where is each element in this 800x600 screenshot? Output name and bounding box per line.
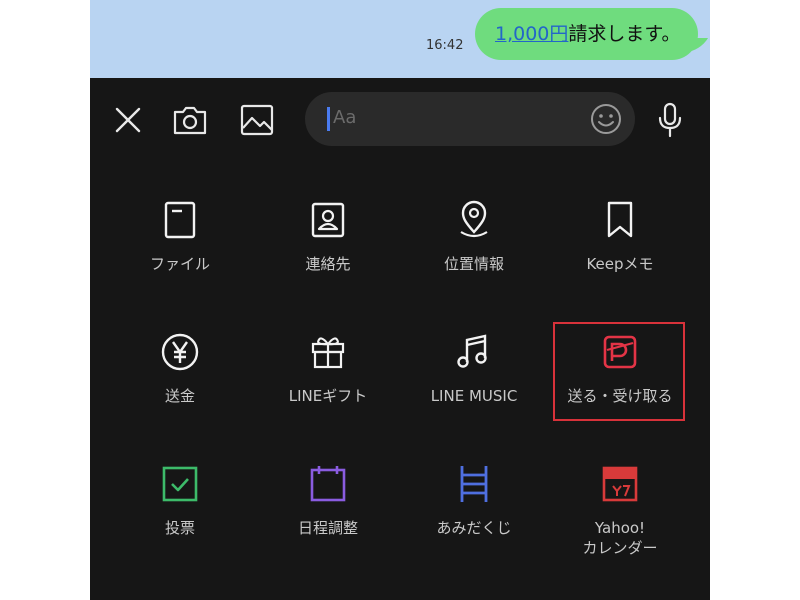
message-input-placeholder: Aa — [333, 107, 357, 128]
camera-icon[interactable] — [168, 98, 212, 142]
menu-item-label: 送金 — [164, 387, 195, 405]
bookmark-icon — [607, 201, 633, 238]
menu-item-label: あみだくじ — [436, 519, 512, 537]
menu-item-label: LINEギフト — [288, 387, 368, 405]
message-text: 請求します。 — [568, 23, 681, 45]
vote-icon — [162, 466, 198, 502]
message-time: 16:42 — [426, 38, 464, 53]
menu-item-label: 位置情報 — [443, 255, 504, 273]
image-icon[interactable] — [235, 98, 279, 142]
menu-item-label: 投票 — [164, 519, 195, 537]
menu-item-keep[interactable]: Keepメモ — [554, 198, 686, 274]
ladder-icon — [460, 466, 488, 502]
file-icon — [164, 201, 196, 239]
menu-item-amida[interactable]: あみだくじ — [408, 462, 540, 538]
emoji-icon[interactable] — [589, 102, 623, 136]
microphone-icon[interactable] — [648, 98, 692, 142]
menu-item-vote[interactable]: 投票 — [114, 462, 246, 538]
highlight-box — [553, 322, 685, 421]
message-bubble[interactable]: 1,000円請求します。 — [475, 8, 698, 60]
menu-item-file[interactable]: ファイル — [114, 198, 246, 274]
phone-screen: 16:42 1,000円請求します。 Aa ファイル 連絡先 位置情報 Keep… — [90, 0, 710, 600]
close-icon[interactable] — [106, 98, 150, 142]
menu-item-yahoo-calendar[interactable]: Yahoo! カレンダー — [554, 462, 686, 558]
yahoo-calendar-icon — [602, 466, 638, 502]
menu-item-remit[interactable]: 送金 — [114, 330, 246, 406]
message-input[interactable]: Aa — [305, 92, 635, 146]
menu-item-music[interactable]: LINE MUSIC — [408, 330, 540, 406]
menu-item-contact[interactable]: 連絡先 — [262, 198, 394, 274]
menu-item-label: LINE MUSIC — [430, 387, 518, 405]
location-icon — [460, 200, 488, 238]
yen-icon — [161, 333, 199, 371]
attachment-panel: Aa ファイル 連絡先 位置情報 Keepメモ 送金 LINEギフト LINE … — [90, 78, 710, 600]
menu-item-label: 連絡先 — [305, 255, 351, 273]
contact-icon — [311, 202, 345, 238]
menu-item-label: ファイル — [149, 255, 210, 273]
gift-icon — [311, 337, 345, 369]
text-caret — [327, 107, 330, 131]
message-amount-link[interactable]: 1,000円 — [495, 23, 568, 45]
menu-item-schedule[interactable]: 日程調整 — [262, 462, 394, 538]
menu-item-label: 日程調整 — [297, 519, 358, 537]
menu-item-location[interactable]: 位置情報 — [408, 198, 540, 274]
calendar-icon — [310, 466, 346, 502]
menu-item-label: Yahoo! カレンダー — [582, 519, 658, 557]
music-note-icon — [457, 334, 487, 368]
menu-item-gift[interactable]: LINEギフト — [262, 330, 394, 406]
chat-area: 16:42 1,000円請求します。 — [90, 0, 710, 78]
menu-item-label: Keepメモ — [586, 255, 654, 273]
